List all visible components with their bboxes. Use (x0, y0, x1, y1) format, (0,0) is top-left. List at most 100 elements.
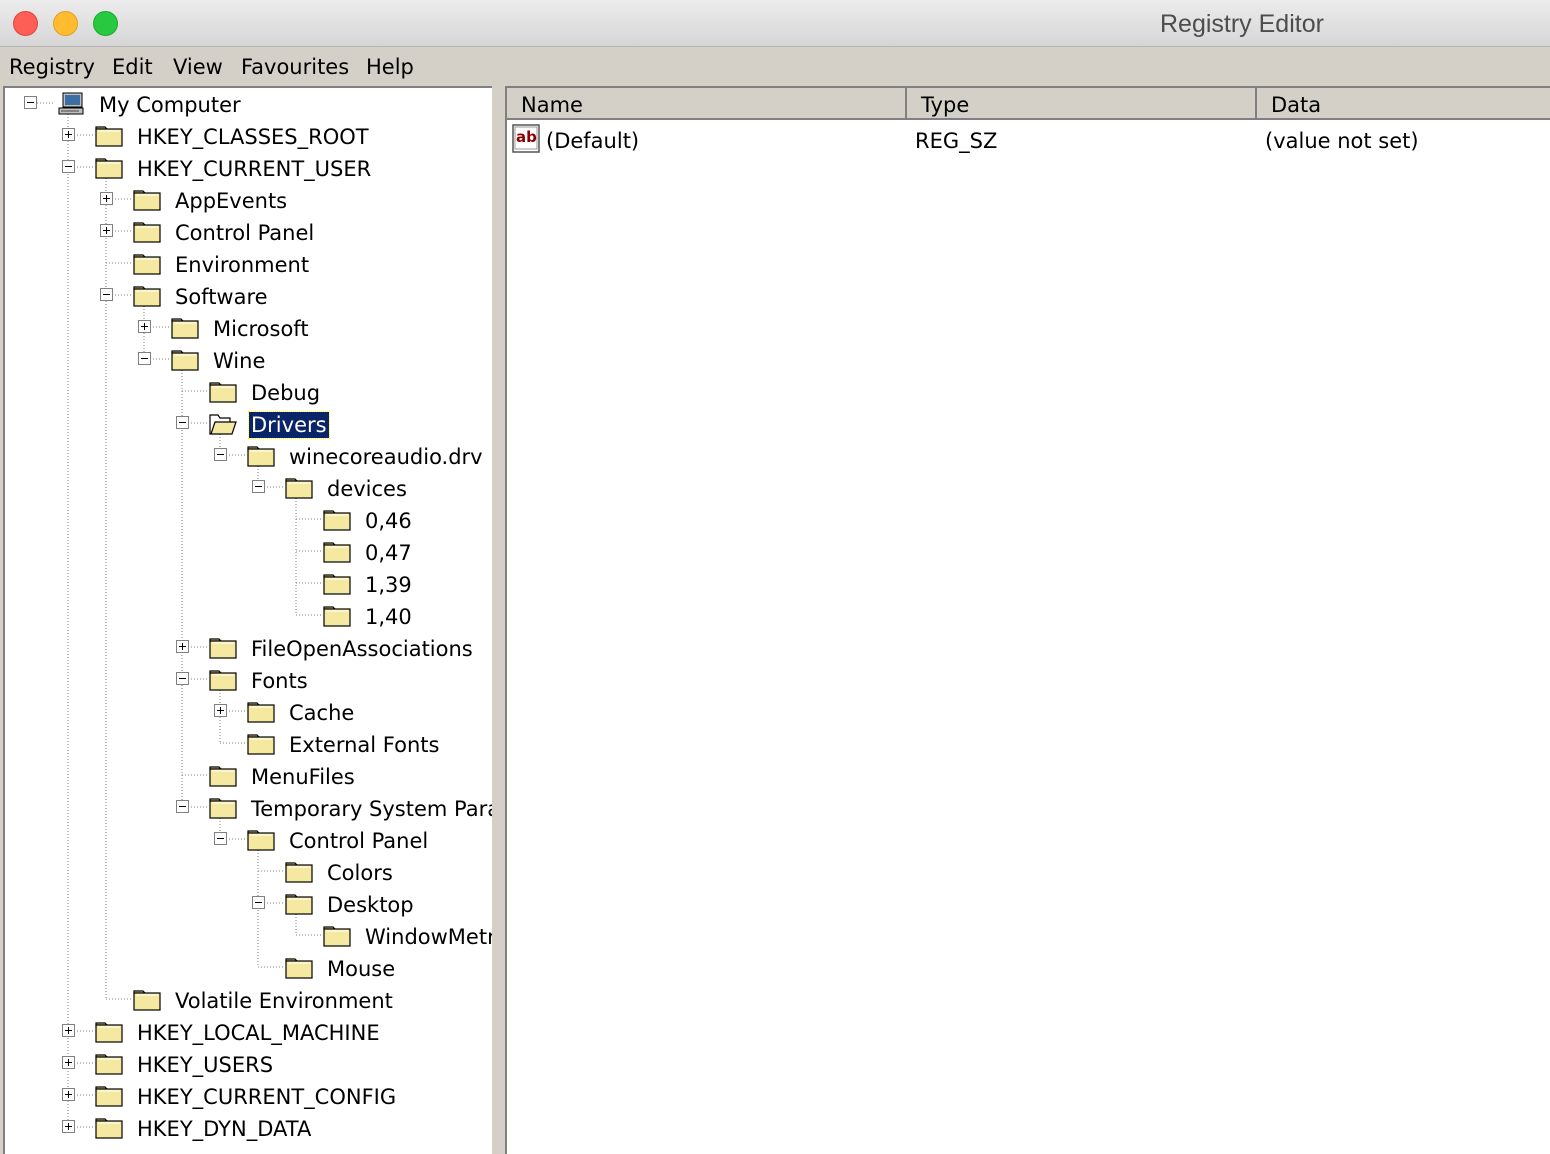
tree-node-label: HKEY_CLASSES_ROOT (137, 125, 369, 149)
folder-icon (246, 732, 276, 756)
folder-icon (208, 764, 238, 788)
string-value-icon: ab (512, 124, 540, 153)
expand-toggle[interactable] (100, 224, 113, 237)
expand-toggle[interactable] (62, 1024, 75, 1037)
folder-icon (208, 380, 238, 404)
tree-node-label: External Fonts (289, 733, 440, 757)
tree-node-label: Debug (251, 381, 321, 405)
tree-node-label: Microsoft (213, 317, 309, 341)
window-title: Registry Editor (1160, 10, 1324, 38)
folder-icon (284, 956, 314, 980)
pane-splitter[interactable] (492, 86, 503, 1152)
minimize-window-button[interactable] (53, 11, 78, 36)
folder-icon (284, 892, 314, 916)
tree-node-label: AppEvents (175, 189, 288, 213)
folder-icon (322, 604, 352, 628)
expand-toggle[interactable] (138, 320, 151, 333)
folder-icon (208, 636, 238, 660)
folder-icon (132, 988, 162, 1012)
tree-node-label: WindowMetrics (365, 925, 492, 949)
folder-icon (246, 700, 276, 724)
menu-registry[interactable]: Registry (9, 55, 95, 79)
collapse-toggle[interactable] (252, 480, 265, 493)
folder-icon (132, 252, 162, 276)
folder-icon (246, 828, 276, 852)
folder-icon (322, 924, 352, 948)
tree-node-label: Wine (213, 349, 266, 373)
menu-favourites[interactable]: Favourites (241, 55, 349, 79)
menu-edit[interactable]: Edit (112, 55, 153, 79)
folder-icon (132, 220, 162, 244)
folder-icon (132, 284, 162, 308)
tree-node-label: Environment (175, 253, 310, 277)
expand-toggle[interactable] (62, 1088, 75, 1101)
value-name: (Default) (546, 129, 640, 153)
tree-node-label: 1,39 (365, 573, 412, 597)
tree-node-label: 1,40 (365, 605, 412, 629)
collapse-toggle[interactable] (100, 288, 113, 301)
tree-node-label: 0,47 (365, 541, 412, 565)
tree-node-label: HKEY_CURRENT_CONFIG (137, 1085, 397, 1109)
tree-node-label: HKEY_DYN_DATA (137, 1117, 312, 1141)
expand-toggle[interactable] (62, 128, 75, 141)
expand-toggle[interactable] (214, 704, 227, 717)
tree-node-label: Software (175, 285, 268, 309)
tree-node-label: Mouse (327, 957, 396, 981)
collapse-toggle[interactable] (214, 448, 227, 461)
tree-node-label: HKEY_USERS (137, 1053, 274, 1077)
folder-icon (132, 188, 162, 212)
folder-icon (322, 508, 352, 532)
expand-toggle[interactable] (62, 1056, 75, 1069)
folder-icon (94, 124, 124, 148)
menu-help[interactable]: Help (366, 55, 414, 79)
zoom-window-button[interactable] (93, 11, 118, 36)
collapse-toggle[interactable] (62, 160, 75, 173)
collapse-toggle[interactable] (176, 800, 189, 813)
folder-icon (170, 348, 200, 372)
tree-node-label: Fonts (251, 669, 308, 693)
collapse-toggle[interactable] (214, 832, 227, 845)
folder-icon (94, 156, 124, 180)
folder-icon (94, 1052, 124, 1076)
tree-node-label: My Computer (99, 93, 241, 117)
collapse-toggle[interactable] (24, 96, 37, 109)
tree-node-label: FileOpenAssociations (251, 637, 473, 661)
tree-node-label: Volatile Environment (175, 989, 393, 1013)
close-window-button[interactable] (13, 11, 38, 36)
folder-icon (94, 1116, 124, 1140)
tree-node-label: Cache (289, 701, 355, 725)
folder-icon (170, 316, 200, 340)
tree-node-label: 0,46 (365, 509, 412, 533)
tree-node-label: Colors (327, 861, 393, 885)
tree-node-label: Drivers (248, 411, 330, 439)
collapse-toggle[interactable] (252, 896, 265, 909)
folder-icon (94, 1084, 124, 1108)
column-header-type[interactable]: Type (907, 88, 1257, 120)
tree-node-label: devices (327, 477, 407, 501)
expand-toggle[interactable] (100, 192, 113, 205)
computer-icon (56, 92, 86, 116)
list-row[interactable]: ab (Default) REG_SZ (value not set) (507, 124, 1547, 156)
tree-node-label: winecoreaudio.drv (289, 445, 483, 469)
menu-view[interactable]: View (173, 55, 223, 79)
expand-toggle[interactable] (176, 640, 189, 653)
tree-node-label: Control Panel (289, 829, 429, 853)
menu-bar: Registry Edit View Favourites Help (0, 47, 1550, 84)
tree-node-label: HKEY_CURRENT_USER (137, 157, 372, 181)
title-bar: Registry Editor (0, 0, 1550, 47)
values-list[interactable]: Name Type Data ab (Default) REG_SZ (valu… (505, 86, 1550, 1154)
tree-node-label: HKEY_LOCAL_MACHINE (137, 1021, 380, 1045)
open-folder-icon (208, 412, 238, 436)
collapse-toggle[interactable] (176, 416, 189, 429)
registry-tree[interactable]: My Computer HKEY_CLASSES_ROOT HKEY_CURRENT… (3, 86, 492, 1154)
tree-node-label: MenuFiles (251, 765, 355, 789)
folder-icon (208, 668, 238, 692)
column-header-data[interactable]: Data (1257, 88, 1550, 120)
collapse-toggle[interactable] (138, 352, 151, 365)
folder-icon (284, 860, 314, 884)
folder-icon (94, 1020, 124, 1044)
expand-toggle[interactable] (62, 1120, 75, 1133)
tree-node-label: Control Panel (175, 221, 315, 245)
column-header-name[interactable]: Name (507, 88, 907, 120)
collapse-toggle[interactable] (176, 672, 189, 685)
